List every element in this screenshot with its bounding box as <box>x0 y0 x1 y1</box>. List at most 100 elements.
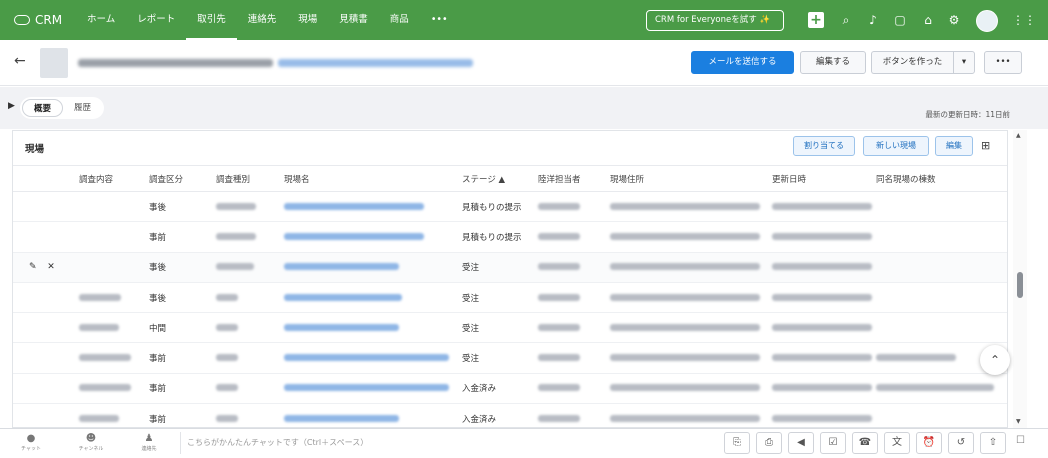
main-nav: ホーム レポート 取引先 連絡先 現場 見積書 商品 ••• <box>76 0 459 40</box>
redacted-value <box>610 414 760 422</box>
store-icon[interactable]: ⌂ <box>920 12 936 28</box>
quick-chat-input[interactable]: こちらがかんたんチャットです（Ctrl＋スペース） <box>180 432 720 454</box>
checklist-icon[interactable]: ☑ <box>820 432 846 454</box>
back-arrow-icon[interactable]: ← <box>14 53 26 69</box>
redacted-value <box>79 323 119 331</box>
column-header-survey-content[interactable]: 調査内容 <box>79 165 149 192</box>
table-row[interactable]: 事前 見積もりの提示 <box>13 221 1007 253</box>
redacted-value <box>216 384 238 392</box>
column-header-survey-category[interactable]: 調査区分 <box>149 165 216 192</box>
message-icon[interactable]: ⎘ <box>724 432 750 454</box>
table-row[interactable]: 事前 受注 <box>13 342 1007 374</box>
try-crm-for-everyone-button[interactable]: CRM for Everyoneを試す ✨ <box>646 10 784 31</box>
close-icon[interactable]: ✕ <box>47 262 55 272</box>
gear-icon[interactable]: ⚙ <box>946 12 962 28</box>
site-name-link-redacted[interactable] <box>284 384 449 392</box>
edit-list-button[interactable]: 編集 <box>935 136 973 156</box>
stage-cell: 入金済み <box>462 403 538 427</box>
top-navigation-bar: CRM ホーム レポート 取引先 連絡先 現場 見積書 商品 ••• CRM f… <box>0 0 1048 40</box>
nav-item-products[interactable]: 商品 <box>379 0 420 40</box>
nav-item-quotes[interactable]: 見積書 <box>328 0 379 40</box>
bell-icon[interactable]: ♪ <box>865 12 881 28</box>
alarm-icon[interactable]: ⏰ <box>916 432 942 454</box>
site-name-link-redacted[interactable] <box>284 263 399 271</box>
nav-more-menu[interactable]: ••• <box>420 0 459 40</box>
scroll-to-top-button[interactable]: ⌃ <box>980 345 1010 375</box>
survey-category-cell: 事前 <box>149 342 216 374</box>
bottom-chat-bar: ● チャット ☻ チャンネル ♟ 連絡先 こちらがかんたんチャットです（Ctrl＋スペ… <box>0 428 1048 458</box>
column-header-site-name[interactable]: 現場名 <box>284 165 462 192</box>
redacted-value <box>772 263 872 271</box>
apps-grid-icon[interactable]: ⋮⋮ <box>1012 12 1036 28</box>
column-header-owner[interactable]: 陸洋担当者 <box>538 165 610 192</box>
avatar[interactable] <box>976 10 998 32</box>
table-row[interactable]: 中間 受注 <box>13 312 1007 344</box>
new-site-button[interactable]: 新しい現場 <box>863 136 929 156</box>
column-header-site-address[interactable]: 現場住所 <box>610 165 772 192</box>
table-row[interactable]: ✎ ✕ 事後 受注 <box>13 252 1007 283</box>
nav-item-contacts[interactable]: 連絡先 <box>237 0 288 40</box>
plus-icon[interactable]: + <box>808 12 824 28</box>
contacts-shortcut[interactable]: ♟ 連絡先 <box>134 433 164 452</box>
site-name-link-redacted[interactable] <box>284 202 424 210</box>
send-mail-button[interactable]: メールを送信する <box>691 51 794 74</box>
nav-item-reports[interactable]: レポート <box>126 0 186 40</box>
table-row[interactable]: 事後 見積もりの提示 <box>13 191 1007 223</box>
search-icon[interactable]: ⌕ <box>838 12 854 28</box>
redacted-value <box>610 293 760 301</box>
scroll-down-arrow-icon[interactable]: ▼ <box>1016 418 1021 425</box>
redacted-value <box>772 354 872 362</box>
history-icon[interactable]: ↺ <box>948 432 974 454</box>
redacted-value <box>610 263 760 271</box>
vertical-scrollbar[interactable]: ▲ ▼ <box>1013 130 1027 428</box>
column-header-survey-type[interactable]: 調査種別 <box>216 165 284 192</box>
column-header-updated-at[interactable]: 更新日時 <box>772 165 876 192</box>
stage-cell: 見積もりの提示 <box>462 191 538 223</box>
megaphone-icon[interactable]: ◀ <box>788 432 814 454</box>
chat-shortcut[interactable]: ● チャット <box>16 433 46 452</box>
tab-overview[interactable]: 概要 <box>22 99 64 117</box>
stage-cell: 見積もりの提示 <box>462 221 538 253</box>
sidebar-toggle-icon[interactable]: ▶ <box>8 101 15 111</box>
redacted-value <box>216 263 254 271</box>
upload-icon[interactable]: ⇧ <box>980 432 1006 454</box>
site-name-link-redacted[interactable] <box>284 323 399 331</box>
pencil-icon[interactable]: ✎ <box>29 262 37 272</box>
table-row[interactable]: 事前 入金済み <box>13 403 1007 427</box>
column-header-stage[interactable]: ステージ ▲ <box>462 165 538 192</box>
site-name-link-redacted[interactable] <box>284 232 424 240</box>
table-row[interactable]: 事後 受注 <box>13 282 1007 314</box>
column-settings-icon[interactable]: ⊞ <box>981 139 990 152</box>
redacted-value <box>79 384 131 392</box>
translate-icon[interactable]: 文 <box>884 432 910 454</box>
column-header-actions <box>13 165 79 192</box>
edit-record-button[interactable]: 編集する <box>800 51 866 74</box>
nav-item-home[interactable]: ホーム <box>76 0 126 40</box>
nav-item-sites[interactable]: 現場 <box>287 0 328 40</box>
scrollbar-thumb[interactable] <box>1017 272 1023 298</box>
channel-shortcut[interactable]: ☻ チャンネル <box>76 433 106 452</box>
tab-history[interactable]: 履歴 <box>63 99 102 117</box>
site-name-link-redacted[interactable] <box>284 293 402 301</box>
nav-item-accounts[interactable]: 取引先 <box>186 0 237 40</box>
app-logo[interactable]: CRM <box>14 13 76 27</box>
site-name-link-redacted[interactable] <box>284 354 449 362</box>
redacted-value <box>610 202 760 210</box>
stage-cell: 受注 <box>462 252 538 283</box>
scroll-up-arrow-icon[interactable]: ▲ <box>1016 132 1021 139</box>
site-name-link-redacted[interactable] <box>284 414 399 422</box>
calendar-icon[interactable]: ▢ <box>892 12 908 28</box>
contacts-shortcut-label: 連絡先 <box>141 446 157 452</box>
help-icon[interactable]: ☐ <box>1016 435 1025 446</box>
crm-logo-icon <box>14 15 30 25</box>
document-search-icon[interactable]: ⎙ <box>756 432 782 454</box>
column-header-same-name-count[interactable]: 同名現場の棟数 <box>876 165 1007 192</box>
record-link-redacted[interactable] <box>278 59 473 67</box>
call-icon[interactable]: ☎ <box>852 432 878 454</box>
redacted-value <box>610 384 760 392</box>
chevron-down-icon[interactable]: ▾ <box>953 51 975 74</box>
create-button-dropdown-button[interactable]: ボタンを作った <box>871 51 953 74</box>
more-actions-button[interactable]: ••• <box>984 51 1022 74</box>
assign-button[interactable]: 割り当てる <box>793 136 855 156</box>
table-row[interactable]: 事前 入金済み <box>13 373 1007 405</box>
